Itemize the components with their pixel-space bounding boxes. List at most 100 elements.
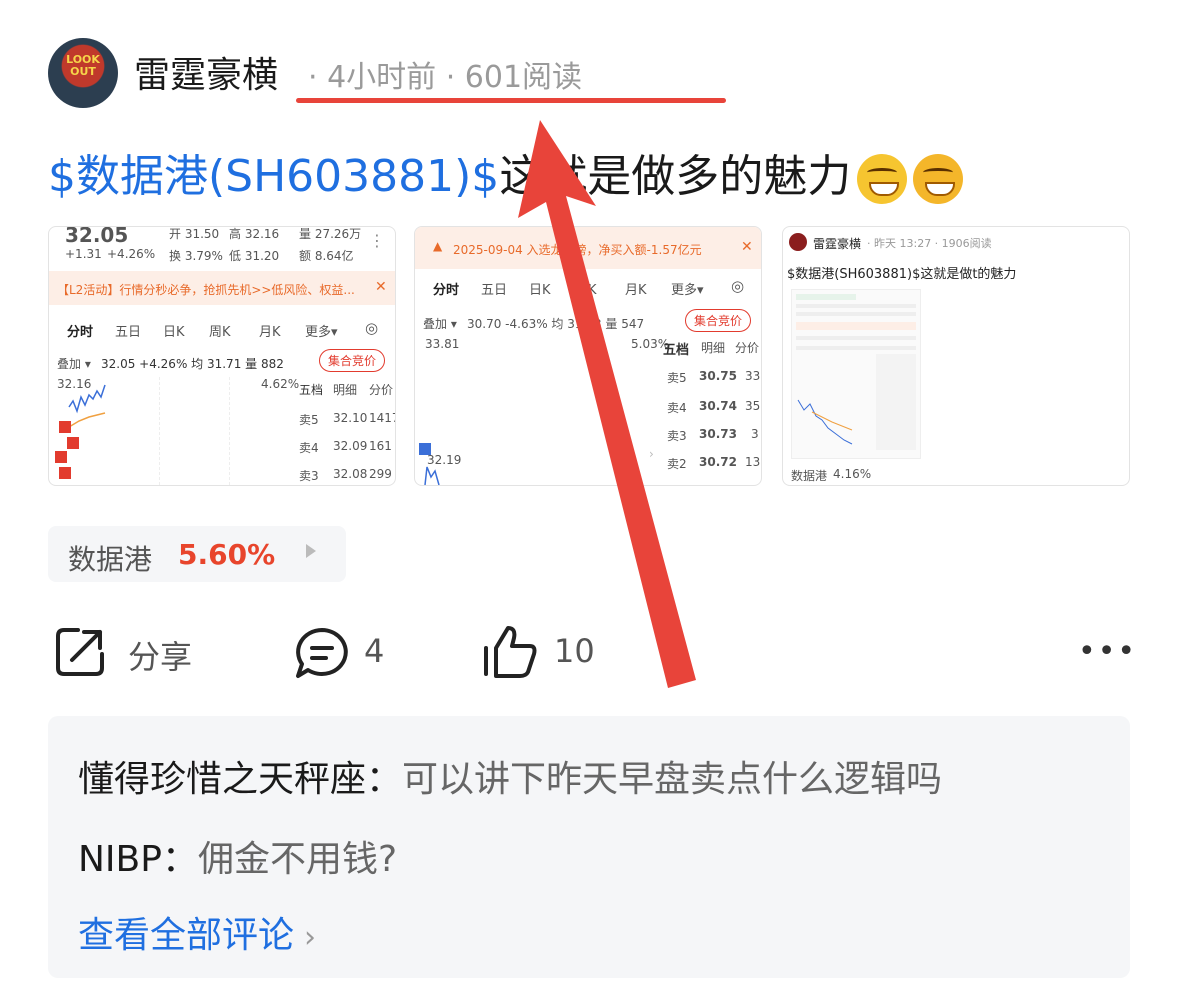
thumb1-change: +1.31 — [65, 247, 102, 261]
thumbs-up-icon — [484, 626, 537, 678]
comment-text: 佣金不用钱? — [197, 839, 398, 880]
thumb2-book-price-3: 30.72 — [699, 455, 737, 469]
stock-tag-pct: 5.60% — [178, 538, 276, 571]
thumb2-tab-1[interactable]: 五日 — [481, 279, 507, 298]
comment-count[interactable]: 4 — [364, 632, 384, 670]
thumb2-price-top: 33.81 — [425, 337, 460, 351]
thumb1-tab-3[interactable]: 周K — [209, 321, 231, 340]
thumb2-book-label-0: 卖5 — [667, 371, 687, 385]
thumb1-book-qty-0: 1417 — [369, 411, 395, 425]
settings-icon[interactable]: ◎ — [365, 319, 378, 337]
thumb1-book-head-1[interactable]: 明细 — [333, 381, 357, 398]
thumb1-volume: 量 27.26万 — [299, 227, 362, 241]
thumb1-high: 高 32.16 — [229, 227, 280, 241]
thumb1-book-label-0: 卖5 — [299, 413, 319, 427]
thumb1-open: 开 31.50 — [169, 227, 220, 241]
thumb2-book-head-1[interactable]: 明细 — [701, 339, 725, 356]
thumb2-tab-0[interactable]: 分时 — [433, 279, 459, 298]
post-meta: · 4小时前 · 601阅读 — [308, 60, 583, 95]
stock-tag-name: 数据港 — [68, 543, 153, 576]
thumb2-chip-label: 集合竞价 — [685, 309, 752, 332]
thumb2-alarm-icon: ▲ — [433, 239, 443, 253]
comment-button[interactable] — [294, 626, 350, 684]
play-arrow-icon — [306, 544, 316, 558]
more-vertical-icon[interactable]: ⋮ — [369, 231, 385, 250]
post-title: $数据港(SH603881)$这就是做多的魅力 — [48, 140, 964, 204]
thumb2-book-label-1: 卖4 — [667, 401, 687, 415]
thumb3-nested-screenshot — [791, 289, 921, 459]
thumb2-ticker: 30.70 -4.63% 均 31.33 量 547 — [467, 317, 645, 331]
thumb2-book-head-2[interactable]: 分价 — [735, 339, 759, 356]
thumb2-intraday-chart — [419, 443, 440, 485]
close-icon[interactable]: ✕ — [375, 279, 387, 295]
thumb2-banner: 2025-09-04 入选龙虎榜，净买入额-1.57亿元 — [453, 243, 702, 257]
grinning-squint-emoji-icon — [857, 154, 908, 204]
comment-item[interactable]: NIBP：佣金不用钱? — [78, 830, 397, 882]
comment-author[interactable]: NIBP： — [78, 839, 198, 880]
share-button[interactable] — [54, 626, 106, 682]
thumb1-book-head-2[interactable]: 分价 — [369, 381, 393, 398]
thumb1-tab-5[interactable]: 更多▾ — [305, 321, 338, 340]
thumb1-amount: 额 8.64亿 — [299, 249, 354, 263]
thumb1-book-label-1: 卖4 — [299, 441, 319, 455]
thumb3-user: 雷霆豪横 — [813, 237, 862, 251]
close-icon[interactable]: ✕ — [741, 239, 753, 255]
thumb2-book-qty-1: 35 — [745, 399, 761, 413]
thumb2-tab-5[interactable]: 更多▾ — [671, 279, 704, 298]
more-options-icon[interactable]: ••• — [1078, 634, 1137, 669]
thumb1-pct: +4.26% — [107, 247, 156, 261]
comment-item[interactable]: 懂得珍惜之天秤座：可以讲下昨天早盘卖点什么逻辑吗 — [78, 750, 942, 802]
thumb2-tab-3[interactable]: 周K — [575, 279, 597, 298]
thumb2-tab-2[interactable]: 日K — [529, 279, 551, 298]
thumb1-tab-0[interactable]: 分时 — [67, 321, 93, 340]
stock-link[interactable]: $数据港(SH603881)$ — [48, 151, 499, 202]
thumb3-avatar — [789, 233, 807, 251]
thumbnail-image-3[interactable]: 雷霆豪横 · 昨天 13:27 · 1906阅读 $数据港(SH603881)$… — [782, 226, 1130, 486]
comments-panel: 懂得珍惜之天秤座：可以讲下昨天早盘卖点什么逻辑吗 NIBP：佣金不用钱? 查看全… — [48, 716, 1130, 978]
username[interactable]: 雷霆豪横 — [134, 46, 278, 98]
chevron-right-icon: › — [304, 920, 317, 955]
thumb2-overlay[interactable]: 叠加 ▾ — [423, 315, 457, 332]
thumb2-book-price-0: 30.75 — [699, 369, 737, 383]
thumb2-tab-4[interactable]: 月K — [625, 279, 647, 298]
thumb2-book-price-2: 30.73 — [699, 427, 737, 441]
share-label[interactable]: 分享 — [128, 632, 192, 678]
thumb1-book-price-1: 32.09 — [333, 439, 368, 453]
thumb2-book-price-1: 30.74 — [699, 399, 737, 413]
like-button[interactable] — [480, 624, 540, 684]
thumb1-tab-2[interactable]: 日K — [163, 321, 185, 340]
chevron-right-icon[interactable]: › — [649, 447, 654, 461]
thumb1-book-qty-2: 299 — [369, 467, 392, 481]
thumb2-book-label-2: 卖3 — [667, 429, 687, 443]
thumbnail-image-1[interactable]: 32.05 开 31.50 高 32.16 量 27.26万 +1.31 +4.… — [48, 226, 396, 486]
share-icon — [56, 628, 104, 676]
thumbnail-image-2[interactable]: ▲ 2025-09-04 入选龙虎榜，净买入额-1.57亿元 ✕ 分时 五日 日… — [414, 226, 762, 486]
thumb1-turnover: 换 3.79% — [169, 249, 223, 263]
annotation-underline — [296, 98, 726, 103]
thumb2-book-head-0[interactable]: 五档 — [663, 339, 689, 358]
stock-tag[interactable]: 数据港 5.60% — [48, 526, 346, 582]
comment-bubble-icon — [296, 628, 348, 678]
thumb1-chip-label: 集合竞价 — [319, 349, 386, 372]
thumb3-title: $数据港(SH603881)$这就是做t的魅力 — [787, 267, 1017, 282]
thumb1-tab-4[interactable]: 月K — [259, 321, 281, 340]
thumb1-auction-chip[interactable]: 集合竞价 — [319, 349, 386, 372]
thumb1-overlay[interactable]: 叠加 ▾ — [57, 355, 91, 372]
thumb2-auction-chip[interactable]: 集合竞价 — [685, 309, 752, 332]
thumb2-book-label-3: 卖2 — [667, 457, 687, 471]
thumb1-book-price-0: 32.10 — [333, 411, 368, 425]
thumb1-book-qty-1: 161 — [369, 439, 392, 453]
view-all-comments-link[interactable]: 查看全部评论 › — [78, 906, 316, 958]
thumb1-price: 32.05 — [65, 226, 129, 247]
thumb1-book-head-0[interactable]: 五档 — [299, 381, 323, 398]
like-count[interactable]: 10 — [554, 632, 595, 670]
comment-author[interactable]: 懂得珍惜之天秤座： — [78, 759, 402, 800]
thumb1-intraday-chart — [55, 384, 106, 479]
thumb1-tab-1[interactable]: 五日 — [115, 321, 141, 340]
thumb1-banner: 【L2活动】行情分秒必争，抢抓先机>>低风险、权益... — [57, 283, 355, 297]
avatar[interactable]: LOOK OUT — [48, 38, 118, 108]
settings-icon[interactable]: ◎ — [731, 277, 744, 295]
comment-text: 可以讲下昨天早盘卖点什么逻辑吗 — [402, 759, 943, 800]
avatar-logo-text: LOOK OUT — [66, 53, 100, 78]
view-all-label: 查看全部评论 — [78, 915, 295, 956]
